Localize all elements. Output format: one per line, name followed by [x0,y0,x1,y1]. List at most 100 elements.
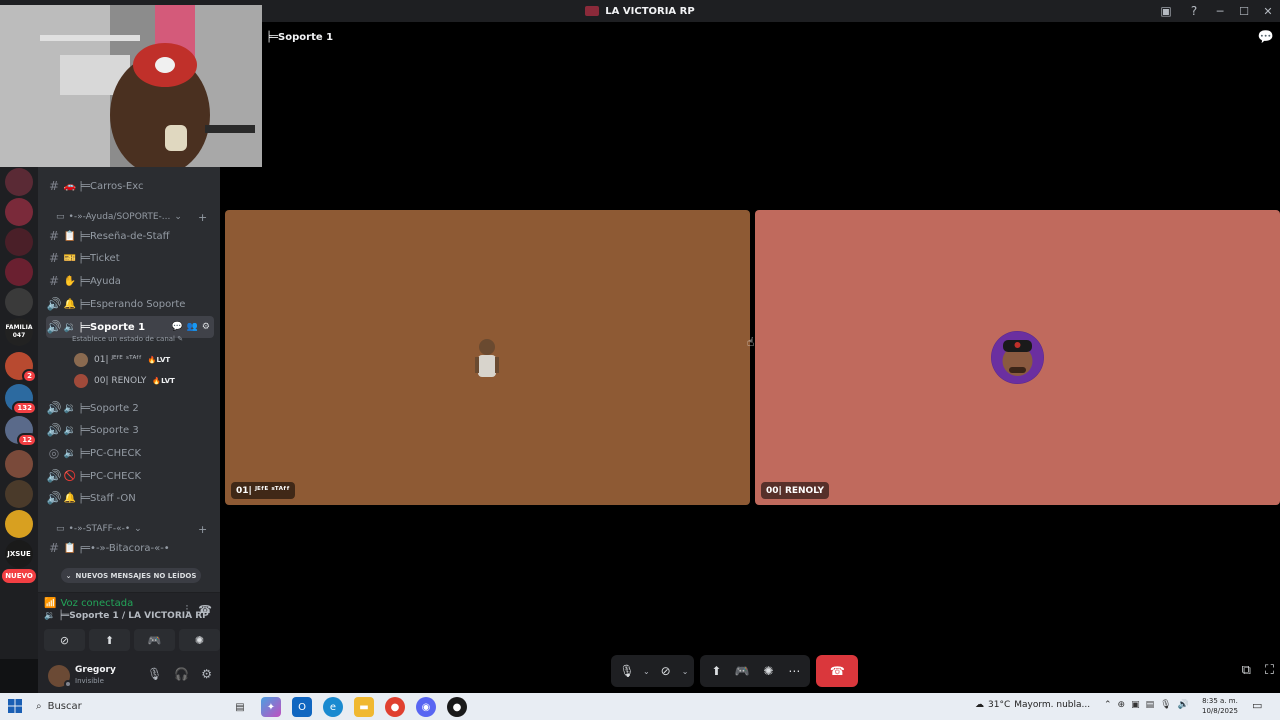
new-messages-button[interactable]: ⌄ NUEVOS MENSAJES NO LEÍDOS [61,568,201,583]
channel-ticket[interactable]: # 🎫 ╞═Ticket [46,248,214,268]
text-channel-icon: # [48,251,60,265]
voice-status[interactable]: 📶 Voz conectada [44,598,133,609]
gear-icon[interactable]: ⚙ [202,322,210,332]
server-icon[interactable] [5,198,33,226]
text-channel-icon: # [48,229,60,243]
headphones-icon[interactable]: 🎧 [174,667,189,681]
category-ayuda[interactable]: ▭ •-»-Ayuda/SOPORTE-... ⌄ + [56,211,207,224]
channel-soporte-2[interactable]: 🔊 🔉 ╞═Soporte 2 [46,398,214,418]
channel-carros-exc[interactable]: # 🚗 ╞═Carros-Exc [46,176,214,196]
search-icon: ⌕ [36,701,42,712]
soundboard-button[interactable]: ✺ [758,661,778,681]
camera-off-button[interactable]: ⊘ [656,661,676,681]
text-channel-icon: # [48,541,60,555]
windows-start-icon[interactable] [8,699,22,713]
server-icon [585,6,600,16]
chevron-up-icon[interactable]: ⌃ [1104,700,1112,710]
edge-icon[interactable]: e [323,697,343,717]
channel-staff-on[interactable]: 🔊 🔔 ╞═Staff -ON [46,488,214,508]
app-icon[interactable]: ● [447,697,467,717]
weather-widget[interactable]: ☁ 31°C Mayorm. nubla... [975,700,1090,710]
pencil-icon: ✎ [177,335,184,343]
activity-button[interactable]: 🎮 [134,629,175,651]
category-staff[interactable]: ▭ •-»-STAFF-«-• ⌄ + [56,523,207,536]
minimize-button[interactable]: ─ [1208,0,1232,22]
server-icon[interactable] [5,288,33,316]
copilot-icon[interactable]: ✦ [261,697,281,717]
chat-icon[interactable]: 💬 [1258,30,1274,45]
new-badge[interactable]: NUEVO [2,569,36,583]
noise-suppression-icon[interactable]: ⫶ [186,603,189,617]
voice-user[interactable]: 00| RENOLY 🔥LVT [74,374,175,388]
channel-resena-de-staff[interactable]: # 📋 ╞═Reseña-de-Staff [46,226,214,246]
channel-status-hint[interactable]: Establece un estado de canal ✎ [72,335,183,343]
server-icon[interactable]: FAMILIA 047 [5,318,33,346]
avatar [991,331,1044,384]
server-icon[interactable]: 2 [5,352,37,383]
invite-icon[interactable]: 👥 [187,322,198,332]
voice-user[interactable]: 01| ᴶᴱᶠᴱ ˢᵀᴬᶠᶠ 🔥LVT [74,353,170,367]
tray-icon[interactable]: ▤ [1146,700,1155,710]
server-icon[interactable]: 12 [5,416,37,447]
channel-soporte-3[interactable]: 🔊 🔉 ╞═Soporte 3 [46,420,214,440]
channel-pc-check[interactable]: ◎ 🔉 ╞═PC-CHECK [46,443,214,463]
signal-icon: 📶 [44,598,57,609]
chevron-down-icon[interactable]: ⌄ [682,667,689,676]
chevron-down-icon[interactable]: ⌄ [643,667,650,676]
soundboard-button[interactable]: ✺ [179,629,220,651]
activity-button[interactable]: 🎮 [732,661,752,681]
username[interactable]: Gregory [75,665,116,675]
server-icon[interactable] [5,228,33,256]
speaker-icon: 🔉 [63,424,77,436]
server-icon[interactable] [5,510,33,538]
chat-icon[interactable]: 💬 [171,322,182,332]
channel-pc-check-2[interactable]: 🔊 🚫 ╞═PC-CHECK [46,466,214,486]
discord-icon[interactable]: ◉ [416,697,436,717]
close-button[interactable]: ✕ [1256,0,1280,22]
camera-off-button[interactable]: ⊘ [44,629,85,651]
server-icon[interactable] [5,168,33,196]
server-icon[interactable] [5,258,33,286]
disconnect-icon[interactable]: ☎ [198,603,212,617]
add-channel-icon[interactable]: + [198,523,207,536]
participant-tile[interactable]: 00| RENOLY [755,210,1280,505]
outlook-icon[interactable]: O [292,697,312,717]
user-controls: 🎙 🎧 ⚙ [147,667,212,681]
voice-channel-name[interactable]: 🔉 ╞═Soporte 1 / LA VICTORIA RP [44,611,209,621]
screen-share-button[interactable]: ⬆ [706,661,726,681]
channel-ayuda[interactable]: # ✋ ╞═Ayuda [46,271,214,291]
participant-tile[interactable]: 01| ᴶᴱᶠᴱ ˢᵀᴬᶠᶠ [225,210,750,505]
tray-icon[interactable]: ▣ [1131,700,1140,710]
inbox-icon[interactable]: ▣ [1157,2,1175,20]
volume-icon[interactable]: 🔊 [1178,700,1189,710]
disconnect-button[interactable]: ☎ [816,655,859,687]
file-explorer-icon[interactable]: ▬ [354,697,374,717]
notifications-icon[interactable]: ▭ [1252,699,1262,712]
channel-esperando-soporte[interactable]: 🔊 🔔 ╞═Esperando Soporte [46,294,214,314]
add-channel-icon[interactable]: + [198,211,207,224]
no-entry-icon: 🚫 [63,470,77,482]
help-icon[interactable]: ? [1185,2,1203,20]
server-icon[interactable]: 132 [5,384,37,415]
task-view-icon[interactable]: ▤ [230,697,250,717]
microphone-icon[interactable]: 🎙 [1160,700,1171,710]
mouse-cursor-icon: ☝ [747,335,755,349]
clock[interactable]: 8:35 a. m. 10/8/2025 [1202,696,1238,716]
server-icon[interactable]: JXSUE [5,540,33,568]
taskbar-search[interactable]: ⌕ Buscar [36,697,226,716]
window-title: LA VICTORIA RP [605,5,695,17]
fullscreen-icon[interactable]: ⛶ [1265,663,1274,678]
maximize-button[interactable]: ☐ [1232,0,1256,22]
unread-badge: 12 [17,433,37,447]
gear-icon[interactable]: ⚙ [201,667,212,681]
pop-out-icon[interactable]: ⧉ [1242,663,1251,678]
more-options-button[interactable]: ⋯ [784,661,804,681]
server-icon[interactable] [5,480,33,508]
server-icon[interactable] [5,450,33,478]
network-icon[interactable]: ⊕ [1118,700,1126,710]
chrome-icon[interactable]: ● [385,697,405,717]
channel-bitacora[interactable]: # 📋 ╒═•-»-Bitacora-«-• [46,538,214,558]
microphone-button[interactable]: 🎙 [617,661,637,681]
screen-share-button[interactable]: ⬆ [89,629,130,651]
microphone-icon[interactable]: 🎙 [147,667,162,681]
